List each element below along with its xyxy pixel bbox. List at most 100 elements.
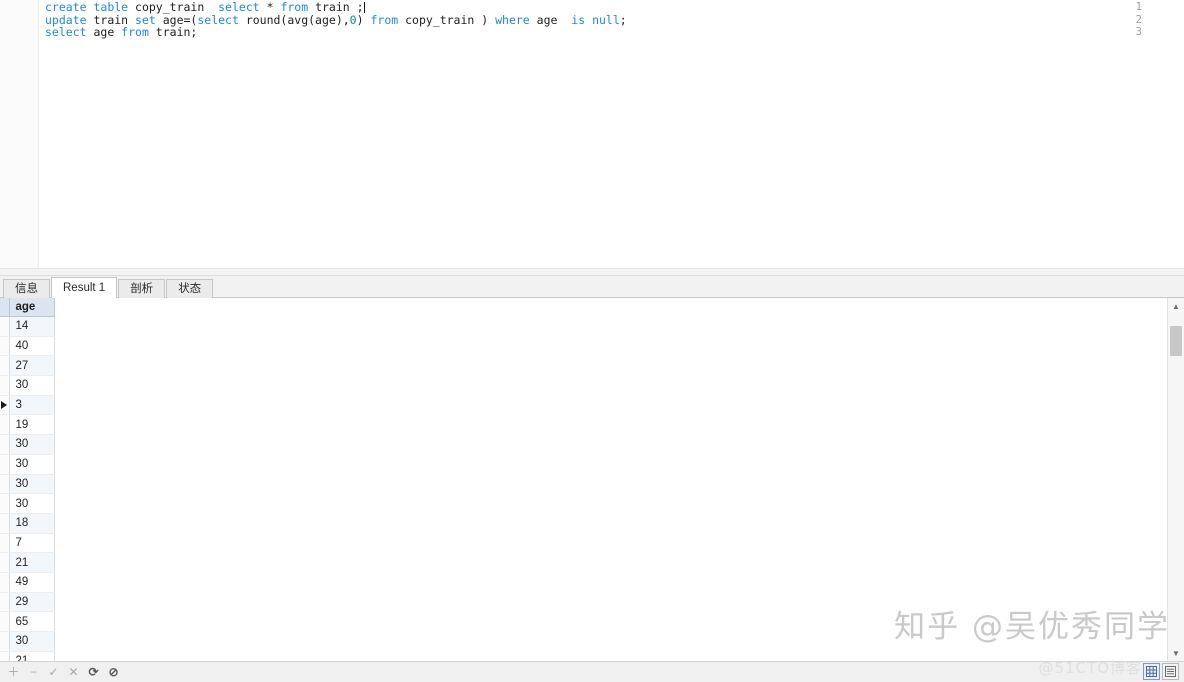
sql-editor-pane[interactable]: 1 2 3 create table copy_train select * f… [0, 0, 1184, 268]
view-mode-toggle[interactable] [1143, 663, 1179, 680]
current-row-arrow-icon [1, 401, 7, 410]
pane-splitter[interactable] [0, 268, 1184, 276]
refresh-icon[interactable]: ⟳ [86, 665, 101, 680]
code-token: ; [619, 12, 627, 27]
table-row[interactable]: 49 [0, 572, 55, 593]
row-marker-cell[interactable] [0, 434, 10, 455]
cell-age[interactable]: 65 [9, 611, 55, 632]
code-token: from [370, 12, 399, 27]
code-token: copy_train ) [398, 12, 496, 27]
form-view-glyph [1165, 666, 1176, 677]
row-marker-cell[interactable] [0, 336, 10, 357]
cell-age[interactable]: 19 [9, 414, 55, 436]
row-marker-cell[interactable] [0, 631, 10, 652]
row-marker-cell[interactable] [0, 493, 10, 514]
cancel-changes-icon[interactable]: ✕ [66, 665, 81, 680]
row-marker-cell[interactable] [0, 513, 10, 534]
result-tab-label: 信息 [15, 283, 38, 295]
grid-view-icon[interactable] [1143, 663, 1160, 680]
code-token: age [529, 12, 572, 27]
table-row[interactable]: 30 [0, 375, 55, 396]
code-token: train; [148, 25, 198, 40]
cell-age[interactable]: 30 [9, 474, 55, 495]
cell-age[interactable]: 29 [9, 592, 55, 613]
table-row[interactable]: 3 [0, 395, 55, 416]
result-tab-2[interactable]: 剖析 [118, 279, 166, 298]
row-marker-cell[interactable] [0, 611, 10, 632]
stop-icon[interactable]: ⊘ [106, 665, 121, 680]
record-toolbar[interactable]: ＋ − ✓ ✕ ⟳ ⊘ [0, 661, 1184, 682]
code-token: null [592, 12, 620, 27]
code-token: 0 [349, 12, 357, 27]
sql-editor-window: 1 2 3 create table copy_train select * f… [0, 0, 1184, 682]
table-row[interactable]: 14 [0, 316, 55, 337]
result-grid[interactable]: age 1440273031930303030187214929653021 [0, 298, 55, 661]
cell-age[interactable]: 30 [9, 454, 55, 475]
table-row[interactable]: 27 [0, 355, 55, 377]
form-view-icon[interactable] [1162, 663, 1179, 680]
table-row[interactable]: 21 [0, 651, 55, 661]
cell-age[interactable]: 14 [9, 316, 55, 337]
delete-record-icon[interactable]: − [26, 665, 41, 680]
row-marker-cell[interactable] [0, 375, 10, 396]
scroll-down-icon[interactable]: ▼ [1168, 645, 1184, 661]
cell-age[interactable]: 21 [9, 651, 55, 661]
table-row[interactable]: 21 [0, 552, 55, 573]
cell-age[interactable]: 40 [9, 336, 55, 357]
code-token: from [121, 25, 149, 40]
table-row[interactable]: 65 [0, 611, 55, 632]
result-tab-label: 剖析 [130, 283, 154, 295]
code-line-3[interactable]: select age from train; [45, 26, 197, 39]
table-row[interactable]: 30 [0, 474, 55, 495]
result-tab-label: 状态 [178, 283, 202, 295]
table-row[interactable]: 19 [0, 414, 55, 436]
grid-header-age[interactable]: age [9, 298, 55, 317]
result-tab-1[interactable]: Result 1 [51, 277, 118, 298]
table-row[interactable]: 7 [0, 533, 55, 554]
table-row[interactable]: 18 [0, 513, 55, 534]
result-tab-label: Result 1 [63, 282, 106, 294]
table-row[interactable]: 30 [0, 493, 55, 514]
table-row[interactable]: 30 [0, 631, 55, 652]
line-number-gutter [0, 0, 39, 268]
scrollbar-track[interactable] [1168, 314, 1184, 645]
cell-age[interactable]: 27 [9, 355, 55, 377]
row-marker-cell[interactable] [0, 474, 10, 495]
row-marker-cell[interactable] [0, 454, 10, 475]
code-token: ) [356, 12, 371, 27]
code-area[interactable]: create table copy_train select * from tr… [45, 0, 1184, 268]
code-token: is [571, 12, 586, 27]
row-marker-cell[interactable] [0, 552, 10, 573]
scroll-up-icon[interactable]: ▲ [1168, 298, 1184, 314]
row-marker-cell[interactable] [0, 533, 10, 554]
result-tab-3[interactable]: 状态 [166, 279, 214, 298]
table-row[interactable]: 29 [0, 592, 55, 613]
table-row[interactable]: 30 [0, 434, 55, 455]
cell-age[interactable]: 30 [9, 375, 55, 396]
row-marker-cell[interactable] [0, 414, 10, 436]
scrollbar-thumb[interactable] [1170, 326, 1182, 356]
row-marker-cell[interactable] [0, 572, 10, 593]
apply-changes-icon[interactable]: ✓ [46, 665, 61, 680]
cell-age[interactable]: 30 [9, 434, 55, 455]
result-tab-0[interactable]: 信息 [3, 279, 50, 298]
cell-age[interactable]: 3 [9, 395, 55, 416]
cell-age[interactable]: 30 [9, 631, 55, 652]
cell-age[interactable]: 21 [9, 552, 55, 573]
cell-age[interactable]: 49 [9, 572, 55, 593]
add-record-icon[interactable]: ＋ [6, 665, 21, 680]
table-row[interactable]: 40 [0, 336, 55, 357]
row-marker-cell[interactable] [0, 651, 10, 661]
result-tab-bar[interactable]: 信息 Result 1 剖析 状态 [0, 276, 1184, 298]
cell-age[interactable]: 7 [9, 533, 55, 554]
grid-view-glyph [1146, 666, 1157, 677]
row-marker-cell[interactable] [0, 592, 10, 613]
result-grid-container[interactable]: age 1440273031930303030187214929653021 [0, 298, 1167, 661]
cell-age[interactable]: 18 [9, 513, 55, 534]
result-vertical-scrollbar[interactable]: ▲ ▼ [1167, 298, 1184, 661]
row-marker-cell[interactable] [0, 395, 10, 416]
cell-age[interactable]: 30 [9, 493, 55, 514]
table-row[interactable]: 30 [0, 454, 55, 475]
row-marker-cell[interactable] [0, 355, 10, 377]
row-marker-cell[interactable] [0, 316, 10, 337]
